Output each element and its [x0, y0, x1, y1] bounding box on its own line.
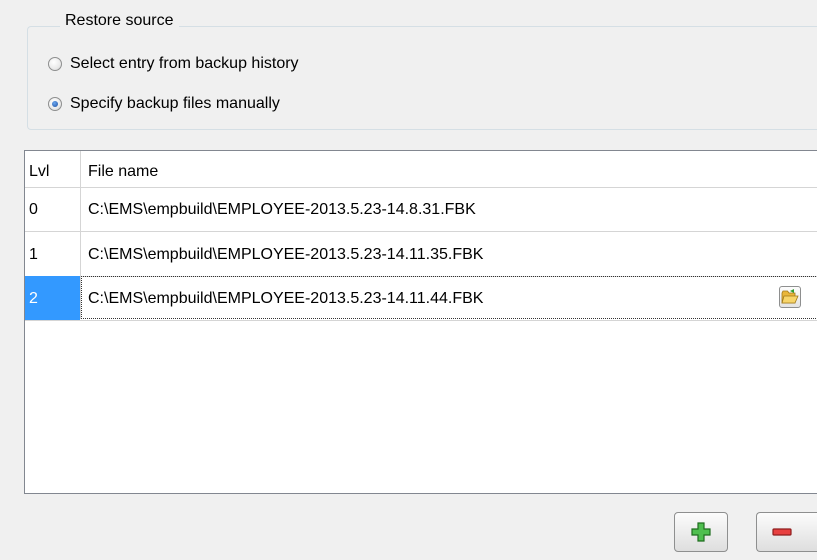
column-divider [80, 151, 81, 319]
table-row-selected[interactable]: 2 C:\EMS\empbuild\EMPLOYEE-2013.5.23-14.… [25, 276, 817, 321]
file-name-cell[interactable]: C:\EMS\empbuild\EMPLOYEE-2013.5.23-14.8.… [88, 201, 476, 219]
lvl-cell: 0 [29, 201, 38, 218]
lvl-cell: 2 [29, 290, 38, 307]
file-name-cell[interactable]: C:\EMS\empbuild\EMPLOYEE-2013.5.23-14.11… [88, 246, 483, 264]
specify-files-manually-label: Specify backup files manually [70, 95, 280, 112]
remove-file-button[interactable] [756, 512, 817, 552]
radio-button-checked[interactable] [48, 97, 62, 111]
grid-header: Lvl File name [25, 151, 817, 188]
plus-icon [691, 522, 711, 542]
select-from-history-label: Select entry from backup history [70, 55, 299, 72]
restore-source-groupbox [27, 26, 817, 130]
table-row[interactable]: 1 C:\EMS\empbuild\EMPLOYEE-2013.5.23-14.… [25, 232, 817, 277]
open-folder-icon [781, 289, 799, 304]
add-file-button[interactable] [674, 512, 728, 552]
minus-icon [771, 528, 792, 536]
lvl-cell: 1 [29, 246, 38, 263]
specify-files-manually-option[interactable]: Specify backup files manually [48, 95, 280, 113]
column-header-lvl[interactable]: Lvl [29, 163, 49, 181]
restore-source-title: Restore source [60, 12, 179, 30]
backup-files-grid[interactable]: Lvl File name 0 C:\EMS\empbuild\EMPLOYEE… [24, 150, 817, 494]
select-from-history-option[interactable]: Select entry from backup history [48, 55, 299, 73]
radio-button[interactable] [48, 57, 62, 71]
column-header-file-name[interactable]: File name [88, 163, 158, 181]
browse-button[interactable] [779, 286, 801, 308]
table-row[interactable]: 0 C:\EMS\empbuild\EMPLOYEE-2013.5.23-14.… [25, 187, 817, 232]
file-name-cell[interactable]: C:\EMS\empbuild\EMPLOYEE-2013.5.23-14.11… [88, 290, 483, 308]
